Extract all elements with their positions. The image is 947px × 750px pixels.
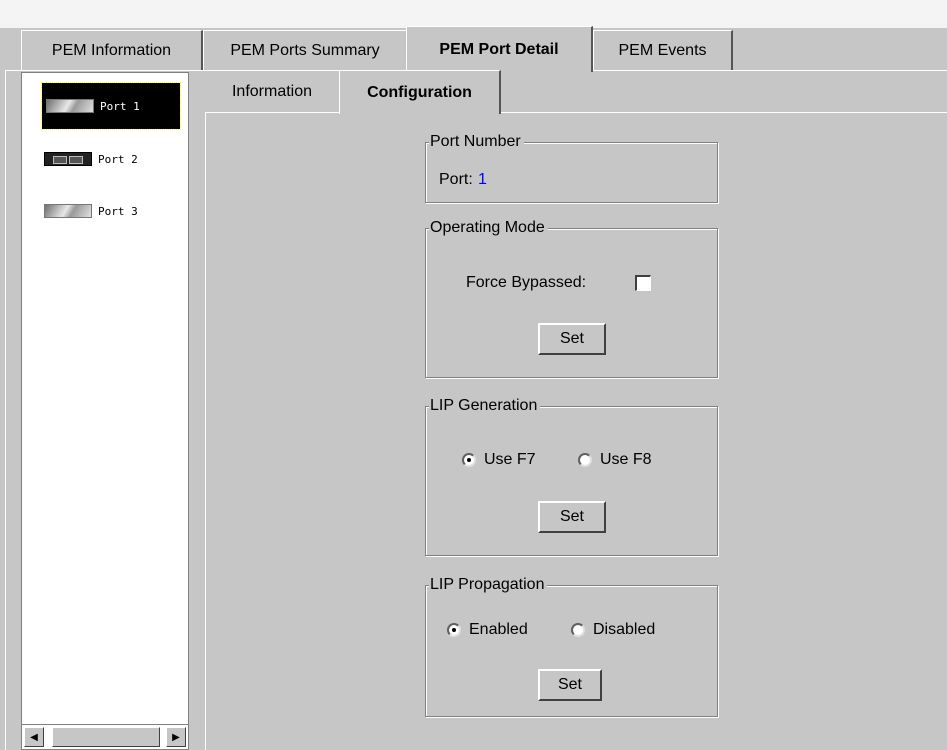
disabled-label: Disabled <box>593 621 656 638</box>
tab-configuration[interactable]: Configuration <box>339 70 501 114</box>
port-list-item-3[interactable]: Port 3 <box>40 199 176 223</box>
enabled-label: Enabled <box>469 621 528 638</box>
group-title: LIP Propagation <box>429 575 548 595</box>
group-title: LIP Generation <box>429 396 541 416</box>
port-list-scrollbar[interactable]: ◀ ▶ <box>21 724 189 750</box>
port-label: Port 1 <box>100 99 140 113</box>
port-label: Port 3 <box>98 204 138 218</box>
use-f8-radio[interactable] <box>578 453 592 467</box>
scroll-left-icon[interactable]: ◀ <box>24 727 44 747</box>
use-f7-radio[interactable] <box>462 453 476 467</box>
port-number-value: 1 <box>478 171 487 188</box>
tab-pem-information[interactable]: PEM Information <box>21 30 203 70</box>
group-title: Operating Mode <box>429 218 548 238</box>
scroll-right-icon[interactable]: ▶ <box>166 727 186 747</box>
port-label: Port: <box>439 171 473 188</box>
port-label: Port 2 <box>98 152 138 166</box>
lip-generation-set-button[interactable]: Set <box>538 501 606 533</box>
tab-pem-port-detail[interactable]: PEM Port Detail <box>406 26 593 72</box>
lip-generation-group: LIP Generation Use F7 Use F8 Set <box>425 396 718 556</box>
port-number-group: Port Number Port: 1 <box>425 132 718 203</box>
group-title: Port Number <box>429 132 524 152</box>
use-f8-label: Use F8 <box>600 451 652 468</box>
disabled-radio[interactable] <box>571 623 585 637</box>
lip-propagation-set-button[interactable]: Set <box>538 669 602 701</box>
force-bypassed-label: Force Bypassed: <box>466 274 587 291</box>
port-list-item-2[interactable]: Port 2 <box>40 147 176 171</box>
top-band <box>0 0 947 28</box>
port-light-icon <box>44 204 92 218</box>
use-f7-label: Use F7 <box>484 451 536 468</box>
enabled-radio[interactable] <box>447 623 461 637</box>
tab-pem-ports-summary[interactable]: PEM Ports Summary <box>203 30 408 70</box>
operating-mode-group: Operating Mode Force Bypassed: Set <box>425 218 718 378</box>
port-light-icon <box>46 99 94 113</box>
lip-propagation-group: LIP Propagation Enabled Disabled Set <box>425 575 718 717</box>
tab-information[interactable]: Information <box>207 72 337 112</box>
port-list[interactable]: Port 1 Port 2 Port 3 <box>21 72 189 750</box>
scrollbar-thumb[interactable] <box>52 727 160 747</box>
port-dark-icon <box>44 152 92 166</box>
operating-mode-set-button[interactable]: Set <box>538 323 606 355</box>
port-list-item-1[interactable]: Port 1 <box>41 82 181 130</box>
tab-pem-events[interactable]: PEM Events <box>593 30 733 70</box>
force-bypassed-checkbox[interactable] <box>635 275 651 291</box>
